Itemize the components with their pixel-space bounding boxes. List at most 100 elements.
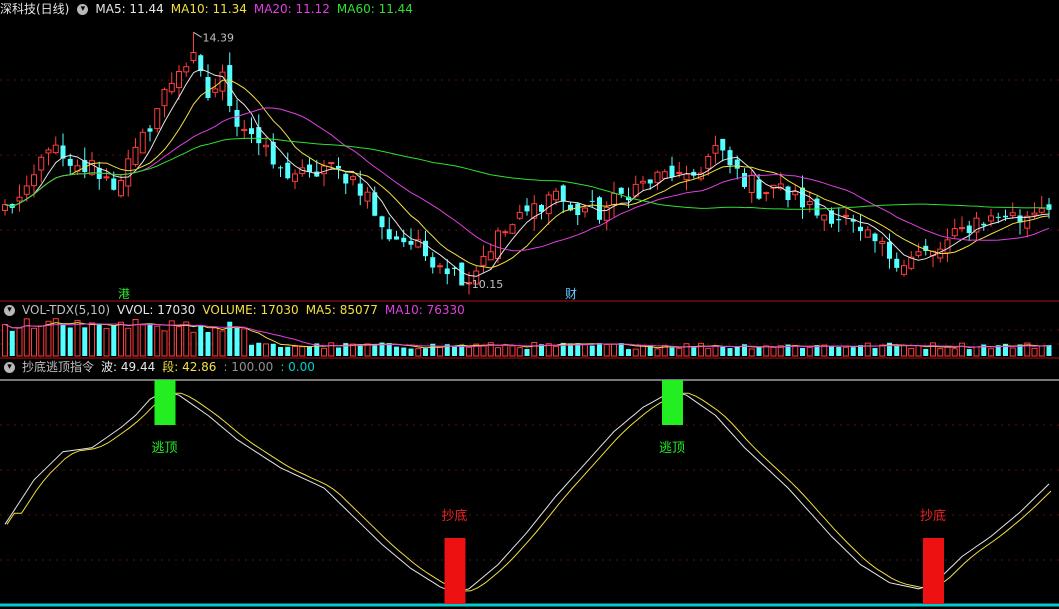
candle-body [38, 156, 45, 171]
candle-body [647, 179, 653, 184]
volume-bar [560, 342, 566, 356]
chevron-down-icon[interactable]: ▾ [77, 3, 89, 15]
lower-level-label: : 0.00 [280, 360, 315, 374]
volume-bar [748, 348, 755, 357]
volume-bar [712, 345, 719, 357]
candle-body [487, 251, 494, 261]
candle-body [966, 225, 972, 234]
candle-body [176, 70, 182, 89]
volume-bar [190, 331, 197, 357]
volume-bar [959, 342, 965, 357]
candle-body [183, 66, 190, 73]
vol-ma5-label: MA5: 85077 [305, 303, 378, 317]
ma20-label: MA20: 11.12 [253, 2, 330, 16]
volume-bar [415, 348, 422, 357]
volume-bar [872, 348, 878, 356]
vvol-label: VVOL: 17030 [117, 303, 196, 317]
indicator-header: ▾ 抄底逃顶指令 波: 49.44 段: 42.86 : 100.00 : 0.… [0, 358, 322, 376]
volume-bar [89, 322, 95, 357]
candle-body [408, 241, 414, 245]
volume-bar [553, 345, 559, 357]
volume-bar [705, 347, 712, 357]
candle-body [516, 211, 523, 219]
chevron-down-icon[interactable]: ▾ [4, 361, 15, 373]
candle-body [423, 240, 428, 257]
candle-body [712, 145, 719, 154]
volume-bar [256, 342, 262, 356]
volume-bar [683, 343, 690, 357]
candle-body [661, 171, 668, 179]
chevron-down-icon[interactable]: ▾ [4, 304, 15, 316]
volume-bar [829, 345, 834, 356]
volume-bar [901, 344, 907, 357]
candle-body [785, 186, 791, 200]
volume-bar [1009, 347, 1016, 357]
candle-body [792, 191, 799, 196]
volume-bar [357, 345, 363, 356]
candle-body [575, 203, 581, 216]
volume-bar [937, 348, 944, 357]
high-price-label: 14.39 [203, 31, 235, 44]
bottom-signal-bar [923, 538, 944, 604]
volume-bar [372, 345, 378, 356]
candle-body [763, 192, 770, 195]
candle-body [742, 173, 747, 187]
volume-bar [915, 345, 922, 357]
volume-bar [161, 330, 168, 357]
candle-body [495, 230, 501, 259]
volume-bar [495, 347, 501, 357]
candle-body [227, 65, 233, 106]
volume-bar [843, 346, 849, 357]
volume-bar [691, 347, 697, 356]
candle-body [821, 214, 828, 221]
volume-bar [394, 346, 399, 356]
volume-bar [951, 348, 958, 357]
candle-body [800, 187, 805, 208]
candle-body [437, 265, 443, 268]
ma5-label: MA5: 11.44 [95, 2, 164, 16]
volume-bar [879, 344, 886, 357]
candle-body [995, 216, 1001, 218]
volume-bar [466, 346, 472, 357]
low-price-label: 10.15 [472, 278, 504, 291]
volume-bar [234, 327, 240, 356]
candle-body [118, 180, 124, 197]
volume-bar [401, 347, 407, 356]
volume-bar [74, 319, 81, 357]
event-tag-hk: 港 [118, 287, 130, 301]
volume-bar [9, 330, 15, 356]
candle-body [748, 174, 755, 194]
volume-bar [524, 348, 530, 356]
volume-bar [944, 346, 951, 357]
volume-bar [698, 342, 704, 357]
indicator-name-label: 抄底逃顶指令 [22, 360, 95, 374]
volume-bar [23, 318, 30, 357]
candle-body [212, 88, 219, 93]
volume-bar [16, 327, 23, 357]
candle-body [959, 227, 965, 230]
vol-ma10-label: MA10: 76330 [384, 303, 465, 317]
candle-body [190, 51, 197, 61]
chart-title: 深科技(日线) [0, 2, 70, 16]
volume-bar [212, 326, 219, 357]
candle-body [683, 173, 690, 180]
candle-body [328, 162, 335, 165]
candle-body [154, 108, 161, 130]
candle-body [553, 190, 559, 201]
volume-bar [31, 327, 37, 357]
volume-bar [676, 347, 683, 357]
high-marker [193, 31, 202, 38]
volume-bar [1038, 345, 1045, 357]
candle-body [1009, 212, 1016, 217]
volume-bar [249, 344, 254, 356]
candle-body [734, 159, 740, 169]
candle-body [285, 162, 291, 179]
candle-body [720, 138, 726, 151]
candle-body [1024, 215, 1031, 229]
candle-body [394, 236, 399, 240]
candle-body [887, 241, 892, 259]
candle-body [430, 257, 436, 268]
candle-body [756, 179, 762, 199]
event-tag-report: 财 [565, 287, 577, 301]
volume-bar [198, 325, 204, 356]
